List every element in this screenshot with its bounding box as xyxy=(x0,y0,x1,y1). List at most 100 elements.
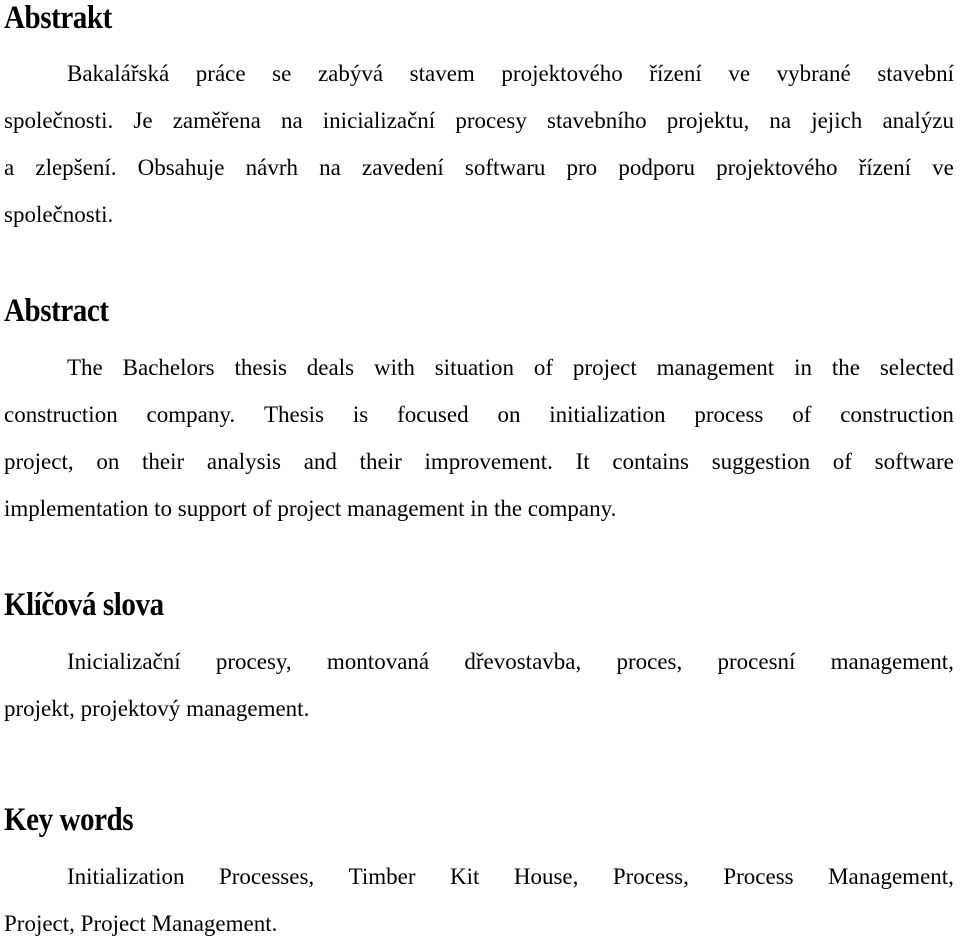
word: jejich xyxy=(811,108,863,133)
word: on xyxy=(497,402,521,427)
paragraph-line: Inicializační procesy, montovaná dřevostavb… xyxy=(4,638,954,685)
paragraph-line: implementation to support of project manageme… xyxy=(4,485,954,532)
word: Bachelors xyxy=(122,355,215,380)
word: procesní xyxy=(717,649,796,674)
word: projektový xyxy=(80,696,181,721)
word: na xyxy=(769,108,792,133)
word: Process xyxy=(723,864,794,889)
word: návrh xyxy=(245,155,298,180)
word: projektu, xyxy=(666,108,750,133)
word: construction xyxy=(840,402,954,427)
word: na xyxy=(280,108,303,133)
word: společnosti. xyxy=(4,202,114,227)
word: situation xyxy=(434,355,514,380)
word: suggestion xyxy=(711,449,811,474)
word: to xyxy=(154,496,172,521)
word: montovaná xyxy=(326,649,430,674)
word: procesy, xyxy=(215,649,292,674)
heading-key-words: Key words xyxy=(4,802,134,838)
word: ve xyxy=(728,61,751,86)
word: Initialization xyxy=(67,864,185,889)
word: initialization xyxy=(549,402,666,427)
word: management xyxy=(347,496,465,521)
word: softwaru xyxy=(464,155,546,180)
paragraph-line: Bakalářská práce se zabývá stavem projektovéh… xyxy=(4,50,954,97)
word: stavebního xyxy=(547,108,647,133)
word: the xyxy=(493,496,523,521)
word: on xyxy=(96,449,120,474)
word: analysis xyxy=(206,449,281,474)
word: Kit xyxy=(450,864,480,889)
word: Management. xyxy=(151,911,278,936)
word: in xyxy=(470,496,489,521)
word: podporu xyxy=(618,155,695,180)
word: řízení xyxy=(649,61,702,86)
paragraph-line: The Bachelors thesis deals with situation of pr… xyxy=(4,344,954,391)
word: Thesis xyxy=(263,402,325,427)
word: práce xyxy=(195,61,246,86)
paragraph-klicova-slova: Inicializační procesy, montovaná dřevostavb… xyxy=(4,638,954,732)
word: a xyxy=(4,155,15,180)
word: řízení xyxy=(858,155,911,180)
word: projektového xyxy=(716,155,838,180)
heading-abstrakt: Abstrakt xyxy=(4,0,112,36)
word: with xyxy=(373,355,415,380)
word: zavedení xyxy=(362,155,444,180)
word: Obsahuje xyxy=(137,155,225,180)
word: the xyxy=(831,355,860,380)
word: pro xyxy=(566,155,598,180)
word: zlepšení. xyxy=(35,155,117,180)
word: their xyxy=(142,449,185,474)
word: stavem xyxy=(409,61,475,86)
word: Project xyxy=(80,911,146,936)
paragraph-key-words: Initialization Processes, Timber Kit House, P… xyxy=(4,853,954,947)
word: Inicializační xyxy=(67,649,181,674)
word: It xyxy=(575,449,590,474)
word: company. xyxy=(146,402,236,427)
paragraph-abstrakt: Bakalářská práce se zabývá stavem projektovéh… xyxy=(4,50,954,238)
word: project, xyxy=(4,449,74,474)
word: stavební xyxy=(877,61,954,86)
word: company. xyxy=(527,496,617,521)
word: process xyxy=(694,402,764,427)
word: House, xyxy=(513,864,579,889)
word: zabývá xyxy=(317,61,384,86)
word: is xyxy=(352,402,369,427)
word: of xyxy=(533,355,554,380)
word: projekt, xyxy=(4,696,75,721)
word: project xyxy=(572,355,637,380)
word: of xyxy=(252,496,272,521)
word: thesis xyxy=(234,355,287,380)
word: management xyxy=(656,355,775,380)
word: Je xyxy=(133,108,153,133)
word: software xyxy=(874,449,954,474)
word: project xyxy=(277,496,342,521)
word: implementation xyxy=(4,496,149,521)
word: their xyxy=(359,449,402,474)
word: Process, xyxy=(612,864,689,889)
paragraph-line: project, on their analysis and their improveme… xyxy=(4,438,954,485)
word: Management, xyxy=(828,864,954,889)
word: support xyxy=(177,496,247,521)
word: dřevostavba, xyxy=(464,649,582,674)
paragraph-abstract: The Bachelors thesis deals with situation of pr… xyxy=(4,344,954,532)
word: management, xyxy=(830,649,954,674)
paragraph-line: projekt, projektový management. xyxy=(4,685,954,732)
word: zaměřena xyxy=(172,108,261,133)
word: management. xyxy=(186,696,310,721)
word: vybrané xyxy=(776,61,851,86)
word: společnosti. xyxy=(4,108,114,133)
word: ve xyxy=(932,155,954,180)
word: Timber xyxy=(348,864,416,889)
word: procesy xyxy=(455,108,527,133)
word: analýzu xyxy=(882,108,954,133)
paragraph-line: a zlepšení. Obsahuje návrh na zavedení softwar… xyxy=(4,144,954,191)
word: Bakalářská xyxy=(67,61,170,86)
paragraph-line: Initialization Processes, Timber Kit House, P… xyxy=(4,853,954,900)
word: se xyxy=(272,61,292,86)
word: Project, xyxy=(4,911,75,936)
word: of xyxy=(792,402,812,427)
word: and xyxy=(303,449,337,474)
word: Processes, xyxy=(218,864,315,889)
word: focused xyxy=(397,402,469,427)
